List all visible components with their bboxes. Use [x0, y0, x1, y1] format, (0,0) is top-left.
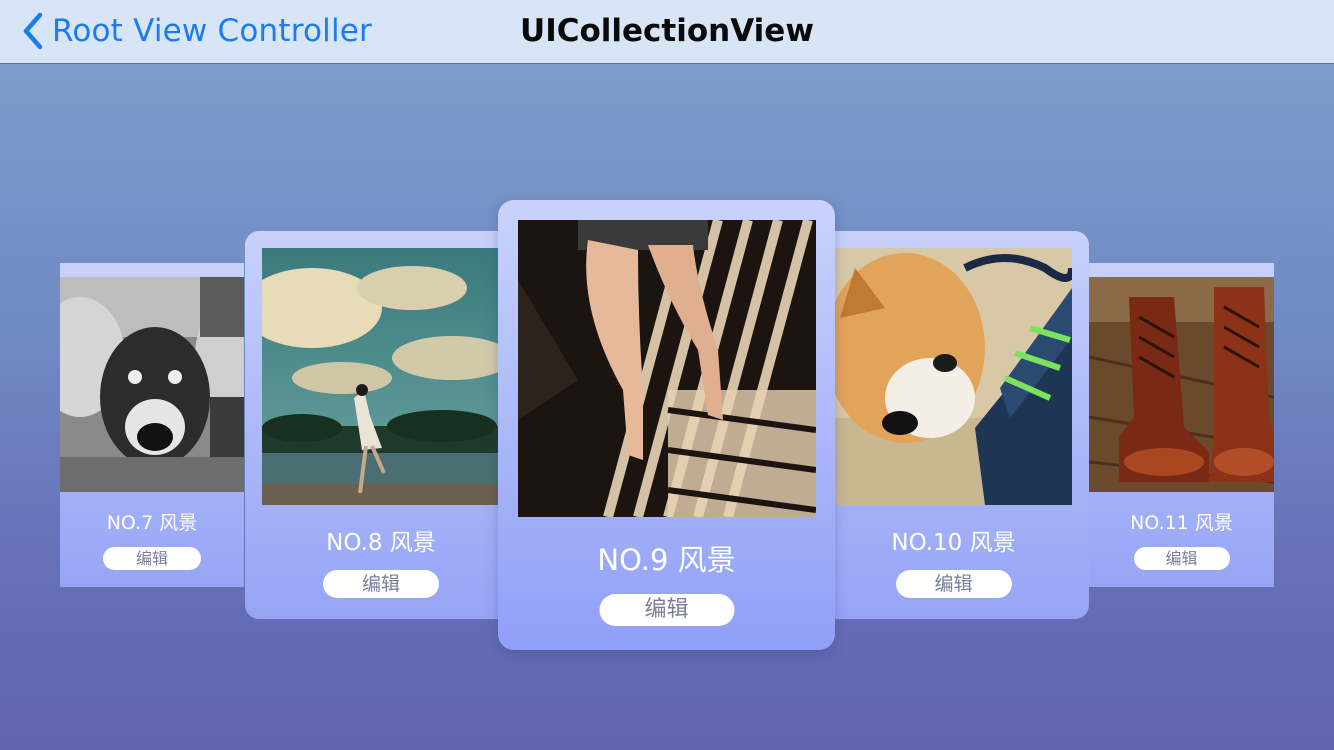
card-photo [518, 220, 816, 517]
photo-card-7[interactable]: NO.7 风景 编辑 [60, 263, 244, 587]
photo-card-11[interactable]: NO.11 风景 编辑 [1089, 263, 1274, 587]
card-caption: NO.9 风景 [597, 543, 736, 577]
back-button-label: Root View Controller [52, 13, 372, 49]
photo-card-8[interactable]: NO.8 风景 编辑 [245, 231, 517, 619]
card-caption: NO.8 风景 [326, 530, 436, 556]
edit-button[interactable]: 编辑 [103, 547, 201, 570]
card-photo [835, 248, 1072, 505]
navigation-bar: Root View Controller UICollectionView [0, 0, 1334, 64]
card-caption: NO.10 风景 [891, 530, 1016, 556]
card-photo [262, 248, 498, 505]
edit-button[interactable]: 编辑 [895, 570, 1012, 598]
card-photo [1089, 277, 1274, 492]
card-photo [60, 277, 244, 492]
photo-card-9[interactable]: NO.9 风景 编辑 [498, 200, 835, 650]
edit-button[interactable]: 编辑 [1133, 547, 1230, 570]
back-button[interactable]: Root View Controller [22, 10, 372, 52]
photo-card-10[interactable]: NO.10 风景 编辑 [818, 231, 1089, 619]
chevron-left-icon [22, 12, 44, 50]
card-caption: NO.11 风景 [1130, 512, 1233, 534]
card-caption: NO.7 风景 [106, 512, 198, 534]
edit-button[interactable]: 编辑 [599, 594, 734, 626]
edit-button[interactable]: 编辑 [323, 570, 439, 598]
